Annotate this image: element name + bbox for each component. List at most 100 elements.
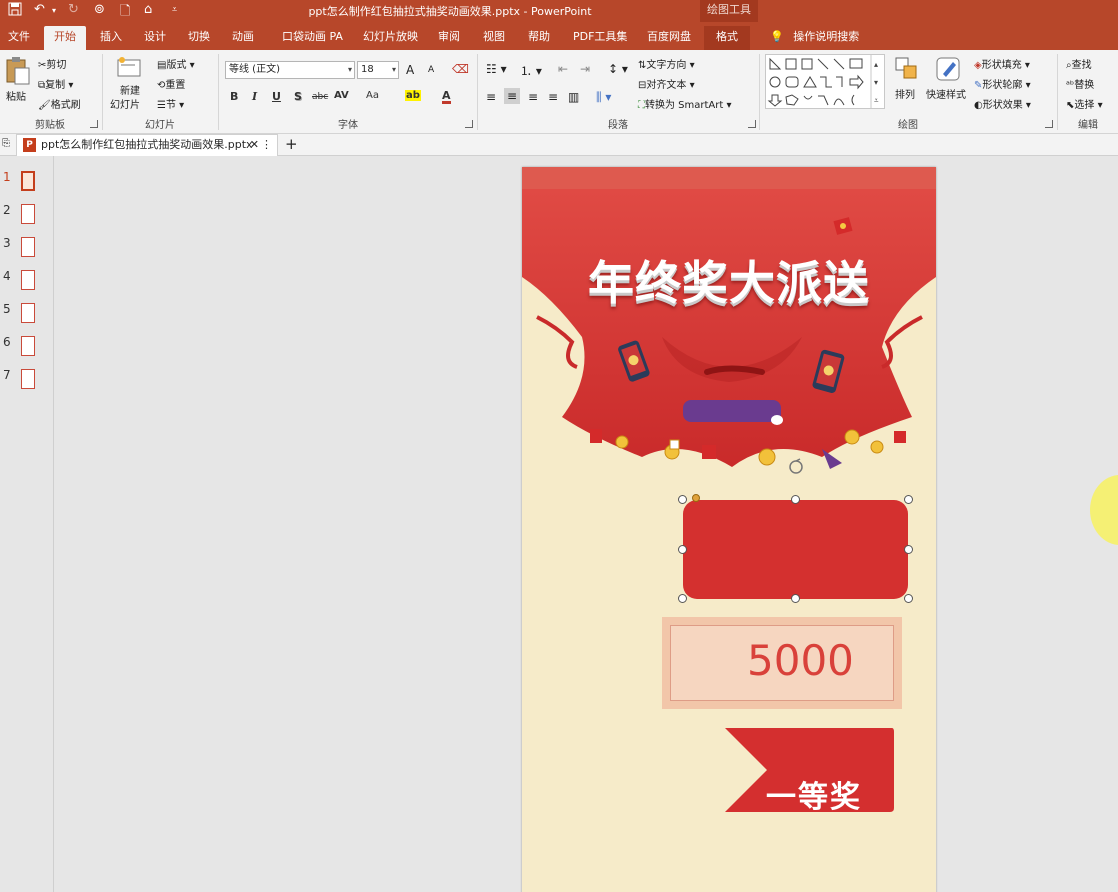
font-color-button[interactable]: A xyxy=(442,90,451,104)
new-slide-label-2[interactable]: 幻灯片 xyxy=(110,96,140,111)
change-case-button[interactable]: Aa xyxy=(366,90,379,101)
new-slide-button[interactable] xyxy=(116,56,142,83)
tab-pocket-animation[interactable]: 口袋动画 PA xyxy=(280,26,345,50)
selected-shape[interactable] xyxy=(683,500,908,599)
increase-indent-icon[interactable]: ⇥ xyxy=(580,62,590,76)
slide-thumbnail-5[interactable] xyxy=(21,303,35,323)
adjust-handle[interactable] xyxy=(692,494,700,502)
bullets-icon[interactable]: ☷ ▾ xyxy=(486,62,507,76)
close-icon[interactable]: ✕ xyxy=(250,135,259,155)
resize-handle[interactable] xyxy=(678,594,687,603)
layout-button[interactable]: ▤版式 ▾ xyxy=(157,56,195,71)
resize-handle[interactable] xyxy=(904,545,913,554)
resize-handle[interactable] xyxy=(678,545,687,554)
tab-file[interactable]: 文件 xyxy=(6,26,32,50)
decrease-indent-icon[interactable]: ⇤ xyxy=(558,62,568,76)
font-name-combo[interactable]: 等线 (正文) ▾ xyxy=(225,61,355,79)
paragraph-group-label: 段落 xyxy=(608,120,628,131)
copy-button[interactable]: ⧉复制 ▾ xyxy=(38,76,73,91)
tab-insert[interactable]: 插入 xyxy=(98,26,124,50)
replace-button[interactable]: ᵃᵇ替换 xyxy=(1066,76,1094,91)
grow-font-button[interactable]: A xyxy=(406,63,414,77)
tab-transitions[interactable]: 切换 xyxy=(186,26,212,50)
align-center-icon[interactable]: ≡ xyxy=(504,88,521,104)
italic-button[interactable]: I xyxy=(252,90,257,103)
shape-outline-button[interactable]: ✎形状轮廓 ▾ xyxy=(974,76,1031,91)
arrange-label: 排列 xyxy=(895,90,915,101)
numbering-icon[interactable]: ⒈ ▾ xyxy=(520,62,542,79)
font-launcher-icon[interactable] xyxy=(465,120,473,128)
tab-list-icon[interactable]: ⎘ xyxy=(2,138,10,149)
convert-smartart-button[interactable]: ⛶转换为 SmartArt ▾ xyxy=(638,96,732,111)
align-text-button[interactable]: ⊟对齐文本 ▾ xyxy=(638,76,695,91)
select-button[interactable]: ⬉选择 ▾ xyxy=(1066,96,1103,111)
slide-thumbnail-3[interactable] xyxy=(21,237,35,257)
format-painter-button[interactable]: 🖌格式刷 xyxy=(38,96,81,111)
slide-headline[interactable]: 年终奖大派送 xyxy=(522,247,936,313)
more-icon[interactable]: ⋮ xyxy=(261,135,272,155)
tab-help[interactable]: 帮助 xyxy=(526,26,552,50)
clear-format-icon[interactable]: ⌫ xyxy=(452,62,469,76)
slide-thumbnail-4[interactable] xyxy=(21,270,35,290)
resize-handle[interactable] xyxy=(904,495,913,504)
clipboard-launcher-icon[interactable] xyxy=(90,120,98,128)
resize-handle[interactable] xyxy=(678,495,687,504)
shrink-font-button[interactable]: A xyxy=(428,65,434,75)
reset-button[interactable]: ⟲重置 xyxy=(157,76,185,91)
tab-animations[interactable]: 动画 xyxy=(230,26,256,50)
slide-thumbnail-7[interactable] xyxy=(21,369,35,389)
tab-review[interactable]: 审阅 xyxy=(436,26,462,50)
slide-thumbnail-2[interactable] xyxy=(21,204,35,224)
resize-handle[interactable] xyxy=(791,594,800,603)
arrange-button[interactable] xyxy=(894,56,918,83)
align-left-icon[interactable]: ≡ xyxy=(486,90,496,104)
cut-button[interactable]: ✂剪切 xyxy=(38,56,66,71)
tab-pdf-tools[interactable]: PDF工具集 xyxy=(571,26,629,50)
char-spacing-button[interactable]: AV xyxy=(334,90,349,101)
tab-slideshow[interactable]: 幻灯片放映 xyxy=(361,26,420,50)
bold-button[interactable]: B xyxy=(230,90,238,103)
font-size-combo[interactable]: 18 ▾ xyxy=(357,61,399,79)
context-group-label: 绘图工具 xyxy=(700,0,758,22)
section-button[interactable]: ☰节 ▾ xyxy=(157,96,184,111)
align-right-icon[interactable]: ≡ xyxy=(528,90,538,104)
shape-fill-button[interactable]: ◈形状填充 ▾ xyxy=(974,56,1030,71)
resize-handle[interactable] xyxy=(904,594,913,603)
drawing-launcher-icon[interactable] xyxy=(1045,120,1053,128)
add-tab-icon[interactable]: + xyxy=(285,135,298,153)
tab-home[interactable]: 开始 xyxy=(44,26,86,50)
thumb-number: 7 xyxy=(3,368,11,382)
slide-thumbnail-1[interactable] xyxy=(21,171,35,191)
prize-panel[interactable]: 5000 xyxy=(662,617,902,709)
document-tab-strip: ⎘ P ppt怎么制作红包抽拉式抽奖动画效果.pptx ✕ ⋮ + xyxy=(0,134,1118,156)
shadow-button[interactable]: S xyxy=(294,90,302,103)
text-direction-button[interactable]: ⇅文字方向 ▾ xyxy=(638,56,695,71)
tell-me-search[interactable]: 💡 操作说明搜索 xyxy=(768,26,861,50)
tab-format[interactable]: 格式 xyxy=(704,26,750,50)
underline-button[interactable]: U xyxy=(272,90,281,103)
slide[interactable]: 年终奖大派送 5000 一等奖 xyxy=(522,167,936,892)
chevron-down-icon: ▾ xyxy=(391,65,396,74)
award-label[interactable]: 一等奖 xyxy=(766,772,862,816)
shapes-gallery[interactable]: ▴ ▾ ⩡ xyxy=(765,54,885,109)
new-slide-icon xyxy=(117,57,141,77)
line-spacing-icon[interactable]: ↕ ▾ xyxy=(608,62,628,76)
tab-baidu-netdisk[interactable]: 百度网盘 xyxy=(645,26,693,50)
justify-icon[interactable]: ≡ xyxy=(548,90,558,104)
paste-icon xyxy=(6,57,30,85)
resize-handle[interactable] xyxy=(791,495,800,504)
distribute-icon[interactable]: ▥ xyxy=(568,90,579,104)
tab-design[interactable]: 设计 xyxy=(142,26,168,50)
strikethrough-button[interactable]: abc xyxy=(312,92,328,102)
highlight-button[interactable]: ab xyxy=(405,90,421,101)
slide-thumbnail-6[interactable] xyxy=(21,336,35,356)
paragraph-launcher-icon[interactable] xyxy=(748,120,756,128)
tab-view[interactable]: 视图 xyxy=(481,26,507,50)
quick-styles-button[interactable] xyxy=(935,56,961,85)
lightbulb-icon: 💡 xyxy=(770,30,784,43)
columns-icon[interactable]: ⫼ ▾ xyxy=(596,90,611,105)
paste-button[interactable] xyxy=(4,56,30,89)
shape-effects-button[interactable]: ◐形状效果 ▾ xyxy=(974,96,1031,111)
find-button[interactable]: ⌕查找 xyxy=(1066,56,1092,71)
document-tab[interactable]: P ppt怎么制作红包抽拉式抽奖动画效果.pptx ✕ ⋮ xyxy=(16,134,278,156)
